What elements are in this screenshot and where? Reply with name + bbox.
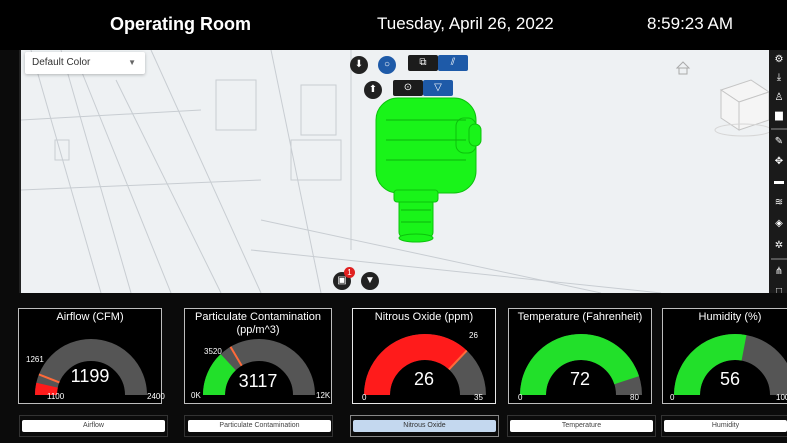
filter-icon[interactable]: ▽ (423, 80, 453, 96)
person-icon[interactable]: ♙ (769, 88, 787, 108)
measure-icon[interactable]: ✎ (769, 132, 787, 152)
gauge-dial (674, 334, 787, 396)
fullscreen-icon[interactable]: □ (769, 282, 787, 293)
gauge-min: 0K (191, 391, 201, 400)
copy-view-icon[interactable]: ⧉ (408, 55, 438, 71)
right-toolbar: ⚙ ⤓ ♙ ▆ ✎ ✥ ▬ ≋ ◈ ✲ ⋔ □ (769, 50, 787, 293)
particulate-button[interactable]: Particulate Contamination (188, 420, 331, 432)
filter-reset-icon[interactable]: ▼ (361, 272, 379, 290)
gauge-min: 1100 (47, 392, 65, 401)
chevron-down-icon: ▼ (128, 58, 136, 67)
temperature-button[interactable]: Temperature (510, 420, 653, 432)
gauge-dial (520, 334, 642, 396)
gauge-min: 0 (362, 393, 367, 402)
model-viewer[interactable]: Default Color ▼ ⬇ ○ ⧉ ⫽ ⬆ ⊙ ▽ ▣ 1 ▼ ⚙ ⤓ … (19, 50, 787, 293)
gear-icon[interactable]: ⚙ (769, 50, 787, 70)
gauge-threshold: 1261 (26, 355, 44, 364)
current-date: Tuesday, April 26, 2022 (377, 14, 554, 33)
header-bar: Operating Room Tuesday, April 26, 2022 8… (0, 0, 787, 50)
gauge-humidity: Humidity (%) 56 0 100 (662, 308, 787, 404)
gauge-min: 0 (518, 393, 523, 402)
notification-badge: 1 (344, 267, 355, 278)
gauge-min: 0 (670, 393, 675, 402)
folder-icon[interactable]: ▬ (769, 172, 787, 192)
download-icon[interactable]: ⤓ (769, 68, 787, 88)
gauge-nitrous-oxide: Nitrous Oxide (ppm) 26 0 35 26 (352, 308, 496, 404)
gauge-value: 56 (719, 369, 741, 389)
gauge-value: 3117 (238, 371, 278, 391)
toolbar-divider (771, 128, 787, 130)
orbit-icon[interactable]: ○ (378, 56, 396, 74)
gauge-particulate: Particulate Contamination (pp/m^3) 3117 … (184, 308, 332, 404)
gauge-dial (364, 334, 486, 396)
nitrous-oxide-button[interactable]: Nitrous Oxide (353, 420, 496, 432)
gauge-threshold: 26 (469, 331, 478, 340)
gauge-max: 12K (316, 391, 331, 400)
color-dropdown-value: Default Color (32, 57, 91, 68)
gauge-max: 80 (630, 393, 639, 402)
airflow-button[interactable]: Airflow (22, 420, 165, 432)
target-icon[interactable]: ⊙ (393, 80, 423, 96)
camera-icon[interactable]: ▆ (769, 106, 787, 126)
gauge-value: 72 (569, 369, 591, 389)
move-up-icon[interactable]: ⬆ (364, 81, 382, 99)
section-pattern-icon[interactable]: ⫽ (438, 55, 468, 71)
properties-icon[interactable]: ✲ (769, 236, 787, 256)
gauge-max: 2400 (147, 392, 165, 401)
gauge-value: 26 (413, 369, 435, 389)
gauge-threshold: 3520 (204, 347, 222, 356)
toolbar-divider (771, 258, 787, 260)
gauge-airflow: Airflow (CFM) 1199 1100 2400 1261 (18, 308, 165, 404)
color-dropdown[interactable]: Default Color ▼ (25, 52, 145, 74)
humidity-button[interactable]: Humidity (664, 420, 787, 432)
hierarchy-icon[interactable]: ⋔ (769, 262, 787, 282)
gauge-value: 1199 (70, 366, 110, 386)
gauge-max: 35 (474, 393, 483, 402)
gauge-max: 100 (776, 393, 787, 402)
layers-stack-icon[interactable]: ≋ (769, 193, 787, 213)
model-browser-icon[interactable]: ◈ (769, 214, 787, 234)
gauge-temperature: Temperature (Fahrenheit) 72 0 80 (508, 308, 652, 404)
move-down-icon[interactable]: ⬇ (350, 56, 368, 74)
explode-icon[interactable]: ✥ (769, 152, 787, 172)
page-title: Operating Room (110, 14, 252, 34)
current-time: 8:59:23 AM (647, 14, 734, 33)
